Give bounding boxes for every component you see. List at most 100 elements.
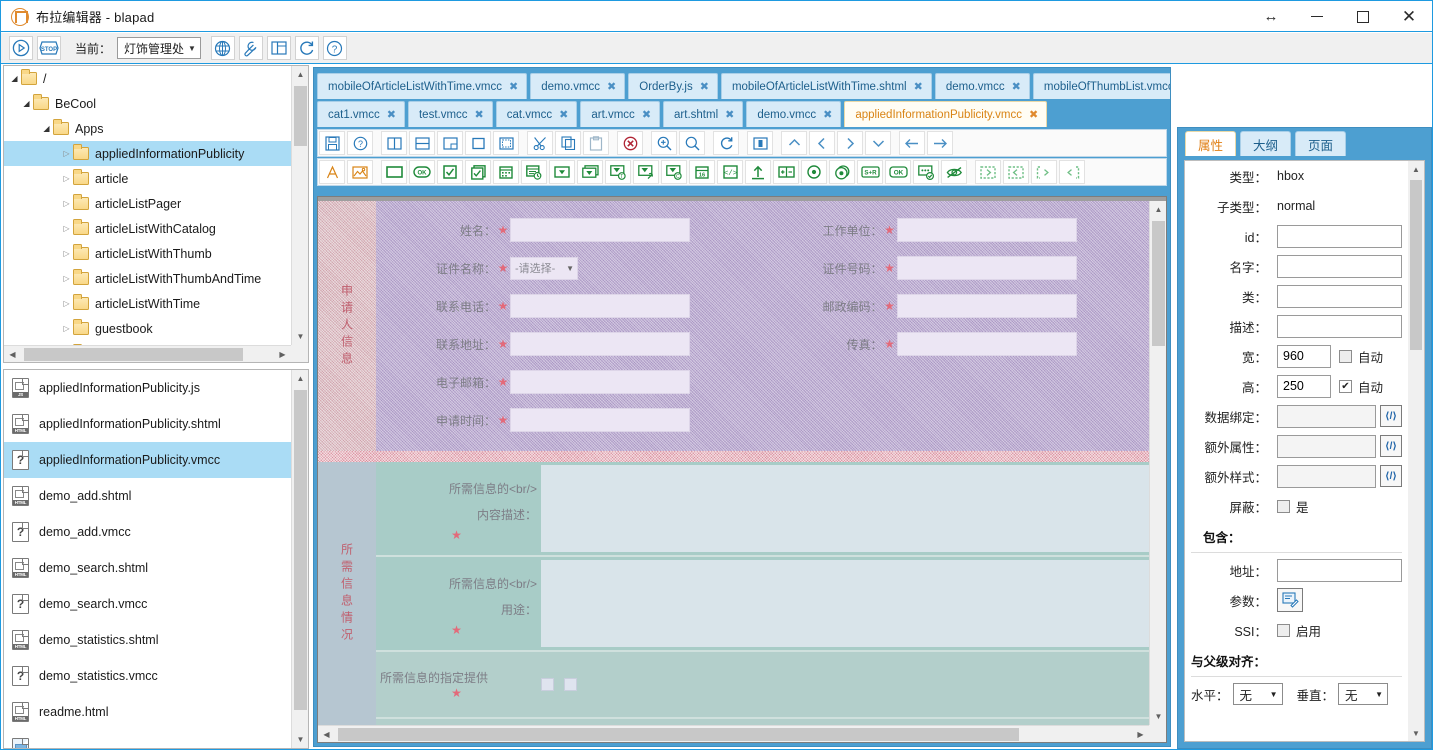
table-icon[interactable] [773,160,799,184]
stop-button[interactable]: STOP [37,36,61,60]
tree-item-guestbook[interactable]: ▷guestbook [4,316,291,341]
arrow-right-icon[interactable] [927,131,953,155]
code-icon[interactable]: </> [717,160,743,184]
section-info[interactable]: 所需信息情况 所需信息的<br/> 内容描述：★所需信息的<br/> 用途：★所… [318,462,1149,725]
file-list-scrollbar[interactable]: ▲ ▼ [291,370,308,748]
align-select[interactable]: 无▼ [1338,683,1388,705]
resize-window-button[interactable]: ↔ [1248,1,1294,32]
tree-twisty-collapsed-icon[interactable]: ▷ [60,299,73,308]
tree-vertical-scrollbar[interactable]: ▲ ▼ [291,66,308,345]
design-canvas[interactable]: 申请人信息 姓名：★证件名称：★-请选择-▼联系电话：★联系地址：★电子邮箱：★… [318,201,1149,725]
properties-tab[interactable]: 属性 [1185,131,1236,156]
resize-icon[interactable] [437,131,463,155]
file-list[interactable]: JSappliedInformationPublicity.jsHTMLappl… [4,370,291,748]
tree-twisty-collapsed-icon[interactable]: ▷ [60,274,73,283]
editor-tab[interactable]: cat.vmcc✖ [496,101,578,127]
editor-tab[interactable]: demo.vmcc✖ [746,101,841,127]
copy-icon[interactable] [555,131,581,155]
file-list-item[interactable]: ?appliedInformationPublicity.vmcc [4,442,291,478]
checkbox-group-icon[interactable] [465,160,491,184]
image-icon[interactable] [347,160,373,184]
wrench-button[interactable] [239,36,263,60]
form-checkbox[interactable] [541,678,554,691]
tree-item-articleListWithThumbAndTime[interactable]: ▷articleListWithThumbAndTime [4,266,291,291]
calendar-icon[interactable] [493,160,519,184]
layout-button[interactable] [267,36,291,60]
form-input[interactable] [510,294,690,318]
file-list-item[interactable]: HTMLdemo_search.shtml [4,550,291,586]
date16-icon[interactable]: 16 [689,160,715,184]
delete-icon[interactable] [617,131,643,155]
validate-icon[interactable] [913,160,939,184]
scroll-up-icon[interactable]: ▲ [292,66,309,83]
tree-item-Apps[interactable]: ◢Apps [4,116,291,141]
editor-tab[interactable]: art.shtml✖ [663,101,743,127]
editor-tab[interactable]: demo.vmcc✖ [530,73,625,99]
preview-icon[interactable] [747,131,773,155]
properties-tab[interactable]: 页面 [1295,131,1346,156]
tree-twisty-collapsed-icon[interactable]: ▷ [60,199,73,208]
canvas-vertical-scrollbar[interactable]: ▲ ▼ [1149,201,1166,725]
close-tab-icon[interactable]: ✖ [1012,80,1021,93]
scroll-down-icon[interactable]: ▼ [1408,725,1424,741]
project-tree[interactable]: ◢/◢BeCool◢Apps▷appliedInformationPublici… [4,66,291,345]
close-tab-icon[interactable]: ✖ [700,80,709,93]
form-checkbox[interactable] [564,678,577,691]
hidden-icon[interactable] [941,160,967,184]
tree-twisty-collapsed-icon[interactable]: ▷ [60,149,73,158]
form-textarea[interactable] [541,560,1149,647]
property-input[interactable] [1277,225,1402,248]
dropdown-copy-icon[interactable]: C [661,160,687,184]
minimize-button[interactable] [1294,1,1340,32]
file-list-item[interactable]: HTMLdemo_add.shtml [4,478,291,514]
code-editor-icon[interactable]: ⟨/⟩ [1380,405,1402,427]
input-icon[interactable] [381,160,407,184]
maximize-button[interactable] [1340,1,1386,32]
split-horizontal-icon[interactable] [409,131,435,155]
properties-scrollbar[interactable]: ▲ ▼ [1408,161,1424,741]
form-textarea[interactable] [541,465,1149,552]
editor-tab[interactable]: mobileOfArticleListWithTime.shtml✖ [721,73,932,99]
property-input[interactable] [1277,435,1376,458]
editor-tab[interactable]: OrderBy.js✖ [628,73,718,99]
close-tab-icon[interactable]: ✖ [914,80,923,93]
cut-icon[interactable] [527,131,553,155]
run-button[interactable] [9,36,33,60]
tree-item-articleListWithCatalog[interactable]: ▷articleListWithCatalog [4,216,291,241]
editor-tab[interactable]: mobileOfArticleListWithTime.vmcc✖ [317,73,527,99]
property-input[interactable]: 960 [1277,345,1331,368]
code-editor-icon[interactable]: ⟨/⟩ [1380,465,1402,487]
scrollbar-thumb[interactable] [24,348,243,361]
submit-icon[interactable]: OK [885,160,911,184]
checkbox-icon[interactable] [437,160,463,184]
canvas-horizontal-scrollbar[interactable]: ◀ ▶ [318,725,1149,742]
editor-tab[interactable]: test.vmcc✖ [408,101,493,127]
help-button[interactable]: ? [323,36,347,60]
form-input[interactable] [510,332,690,356]
region-right-icon[interactable] [975,160,1001,184]
bracket-left-icon[interactable] [1059,160,1085,184]
close-tab-icon[interactable]: ✖ [607,80,616,93]
property-input[interactable] [1277,405,1376,428]
captcha-icon[interactable]: S+R [857,160,883,184]
section-applicant[interactable]: 申请人信息 姓名：★证件名称：★-请选择-▼联系电话：★联系地址：★电子邮箱：★… [318,201,1149,451]
form-input[interactable] [510,218,690,242]
form-input[interactable] [897,218,1077,242]
close-tab-icon[interactable]: ✖ [1029,108,1038,121]
file-list-item[interactable]: HTMLreadme.html [4,694,291,730]
text-icon[interactable] [319,160,345,184]
form-input[interactable] [897,256,1077,280]
scroll-right-icon[interactable]: ▶ [1132,726,1149,743]
tree-twisty-collapsed-icon[interactable]: ▷ [60,174,73,183]
datetime-icon[interactable] [521,160,547,184]
editor-tab[interactable]: appliedInformationPublicity.vmcc✖ [844,101,1047,127]
move-up-icon[interactable] [781,131,807,155]
dropdown-tree-icon[interactable]: T [605,160,631,184]
scroll-down-icon[interactable]: ▼ [1150,708,1167,725]
split-vertical-icon[interactable] [381,131,407,155]
scrollbar-thumb[interactable] [1152,221,1165,346]
tree-item-appliedInformationPublicity[interactable]: ▷appliedInformationPublicity [4,141,291,166]
zoom-in-icon[interactable] [651,131,677,155]
scrollbar-thumb[interactable] [294,390,307,710]
close-tab-icon[interactable]: ✖ [642,108,651,121]
